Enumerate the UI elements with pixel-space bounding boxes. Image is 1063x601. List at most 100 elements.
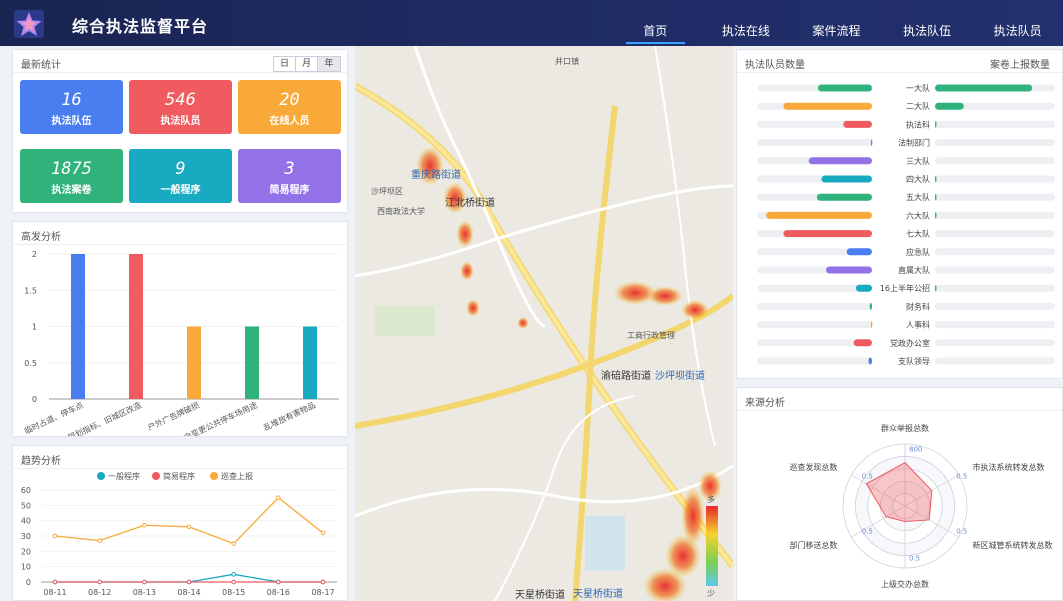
team-member-bar	[869, 302, 872, 310]
team-label: 应急队	[906, 247, 930, 257]
team-label: 直属大队	[898, 265, 930, 275]
nav-team[interactable]: 执法队伍	[882, 0, 973, 46]
divider	[13, 72, 347, 73]
series-point	[186, 579, 192, 585]
y-tick-label: 2	[32, 250, 37, 259]
case-bar-track	[935, 211, 1055, 219]
period-year-button[interactable]: 年	[318, 57, 340, 71]
team-member-bar	[853, 339, 872, 347]
legend-label: 简易程序	[163, 471, 195, 481]
y-tick-label: 20	[21, 547, 31, 556]
x-tick-label: 08-15	[222, 588, 245, 597]
series-point	[276, 495, 281, 500]
legend-label: 巡查上报	[221, 471, 253, 481]
stat-card-cases[interactable]: 1875 执法案卷	[20, 149, 123, 203]
nav-online[interactable]: 执法在线	[701, 0, 792, 46]
main-nav: 首页 执法在线 案件流程 执法队伍 执法队员	[610, 0, 1063, 46]
period-day-button[interactable]: 日	[274, 57, 296, 71]
legend-swatch	[152, 472, 160, 480]
map-label: 天星桥街道	[573, 589, 623, 600]
radar-indicator-label: 巡查发现总数	[789, 462, 837, 472]
team-label: 二大队	[906, 101, 930, 111]
y-tick-label: 30	[21, 532, 31, 541]
series-point	[276, 579, 281, 585]
stat-card-general[interactable]: 9 一般程序	[129, 149, 232, 203]
radar-indicator-label: 部门移送总数	[789, 540, 837, 550]
team-bar-track	[757, 302, 872, 310]
heat-map[interactable]: 重庆路街道 江北桥街道 沙坪坝区 西南政法大学 井口镇 工商行政管理 渝碚路街道…	[355, 46, 733, 601]
x-tick-label: 08-13	[133, 588, 156, 597]
case-bar-track	[935, 284, 1055, 292]
nav-case-flow[interactable]: 案件流程	[791, 0, 882, 46]
map-label: 西南政法大学	[377, 207, 425, 216]
stat-label: 执法队伍	[51, 116, 92, 127]
series-point	[142, 522, 147, 528]
team-title: 执法队员数量	[745, 60, 805, 71]
case-report-bar	[935, 175, 937, 183]
case-report-bar	[935, 102, 964, 110]
radar-scale-label: 0.5	[956, 473, 967, 481]
team-bar-track	[757, 139, 872, 147]
period-month-button[interactable]: 月	[296, 57, 318, 71]
case-bar-track	[935, 175, 1055, 183]
y-tick-label: 0.5	[24, 359, 37, 368]
case-bar-track	[935, 120, 1055, 128]
team-member-bar	[846, 248, 872, 256]
trend-chart: 0 10 20 30 40 50 60 08-11 08-12 08-13 08-14 08-15 08…	[21, 471, 337, 597]
case-bar-track	[935, 266, 1055, 274]
case-bar-track	[935, 302, 1055, 310]
team-label: 三大队	[906, 156, 930, 166]
stat-label: 执法队员	[160, 116, 201, 127]
team-member-bar	[783, 102, 872, 110]
series-point	[231, 541, 236, 546]
radar-scale-label: 0.5	[862, 473, 873, 481]
map-label: 江北桥街道	[445, 198, 495, 209]
team-member-bar	[808, 157, 872, 165]
stat-value: 1875	[51, 159, 92, 179]
nav-home[interactable]: 首页	[610, 0, 701, 46]
team-chart: 一大队二大队执法科法制部门三大队四大队五大队六大队七大队应急队直属大队 16上半年…	[757, 83, 1055, 366]
map-label: 天星桥街道	[515, 590, 565, 601]
high-freq-panel: 高发分析 0 0.5 1 1.5 2 临时占道、停车点 规划指标、旧城区改造 户外广告牌破损擅…	[12, 221, 348, 437]
stat-card-online[interactable]: 20 在线人员	[238, 80, 341, 134]
nav-members[interactable]: 执法队员	[972, 0, 1063, 46]
y-tick-label: 50	[21, 501, 31, 510]
stat-card-teams[interactable]: 16 执法队伍	[20, 80, 123, 134]
x-tick-label: 08-17	[311, 588, 334, 597]
case-report-bar	[935, 84, 1033, 92]
radar-scale-label: 0.5	[862, 527, 873, 535]
high-freq-title: 高发分析	[21, 232, 61, 243]
stat-value: 20	[279, 90, 300, 110]
team-label: 五大队	[906, 192, 930, 202]
radar-scale-label: 800	[909, 445, 922, 453]
case-bar-track	[935, 157, 1055, 165]
stat-value: 9	[175, 159, 186, 179]
stat-value: 16	[61, 90, 82, 110]
team-label: 财务科	[906, 301, 930, 311]
trend-title: 趋势分析	[21, 456, 61, 467]
app-title: 综合执法监督平台	[72, 17, 209, 36]
x-tick-label: 08-11	[43, 588, 66, 597]
series-point	[52, 533, 58, 539]
team-member-bar	[826, 266, 872, 274]
stat-card-members[interactable]: 546 执法队员	[129, 80, 232, 134]
team-member-bar	[870, 321, 873, 329]
stat-value: 546	[165, 90, 196, 110]
case-bar-track	[935, 357, 1055, 365]
stat-label: 执法案卷	[51, 185, 92, 196]
series-point	[320, 579, 326, 585]
team-member-bar	[816, 193, 872, 201]
source-panel: 来源分析 群众举报总数 800 市执法系统转发总数 0.5 新区城管系统转发总数 0.5 上…	[736, 387, 1063, 601]
radar-indicator-label: 上级交办总数	[881, 579, 929, 589]
bar	[187, 326, 201, 399]
x-tick-label: 08-16	[267, 588, 290, 597]
stat-value: 3	[284, 159, 295, 179]
team-label: 16上半年公招	[880, 283, 930, 293]
stat-card-simple[interactable]: 3 简易程序	[238, 149, 341, 203]
x-tick-label: 户外广告牌破损	[146, 400, 201, 433]
case-bar-track	[935, 321, 1055, 329]
series-point	[52, 579, 58, 585]
stat-label: 一般程序	[160, 185, 201, 196]
period-selector: 日 月 年	[273, 56, 341, 72]
case-bar-track	[935, 193, 1055, 201]
